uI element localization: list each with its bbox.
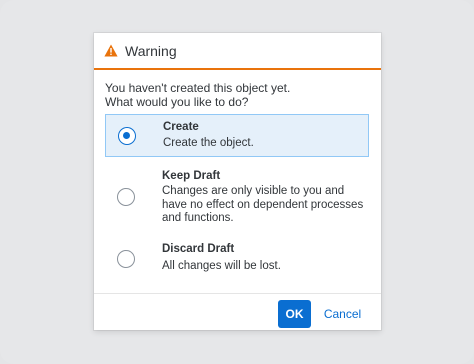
radio-keep-draft[interactable] <box>117 188 135 206</box>
message-line: What would you like to do? <box>105 95 249 109</box>
option-discard-draft-description: All changes will be lost. <box>162 260 281 272</box>
dialog-footer: OK Cancel <box>94 293 381 331</box>
warning-icon <box>104 44 118 57</box>
dialog-title: Warning <box>125 42 177 59</box>
screen-background: Warning You haven't created this object … <box>0 0 474 364</box>
message-line: You haven't created this object yet. <box>105 81 291 95</box>
description-line: and functions. <box>162 212 234 224</box>
warning-dialog: Warning You haven't created this object … <box>94 33 381 330</box>
option-keep-draft[interactable]: Keep Draft Changes are only visible to y… <box>105 167 369 227</box>
dialog-message: You haven't created this object yet. Wha… <box>105 81 375 109</box>
option-create[interactable]: Create Create the object. <box>105 114 369 157</box>
radio-discard-draft[interactable] <box>117 250 135 268</box>
option-discard-draft[interactable]: Discard Draft All changes will be lost. <box>105 239 369 279</box>
ok-button[interactable]: OK <box>278 300 311 328</box>
option-discard-draft-title: Discard Draft <box>162 243 235 255</box>
cancel-button[interactable]: Cancel <box>320 300 365 328</box>
dialog-header: Warning <box>94 33 381 70</box>
option-create-description: Create the object. <box>163 137 254 149</box>
option-keep-draft-title: Keep Draft <box>162 170 221 182</box>
radio-create[interactable] <box>118 127 136 145</box>
radio-selected-dot <box>123 132 130 139</box>
option-create-title: Create <box>163 121 199 133</box>
description-line: have no effect on dependent processes <box>162 198 364 211</box>
description-line: Changes are only visible to you and <box>162 185 345 197</box>
option-keep-draft-description: Changes are only visible to you and have… <box>162 185 367 226</box>
